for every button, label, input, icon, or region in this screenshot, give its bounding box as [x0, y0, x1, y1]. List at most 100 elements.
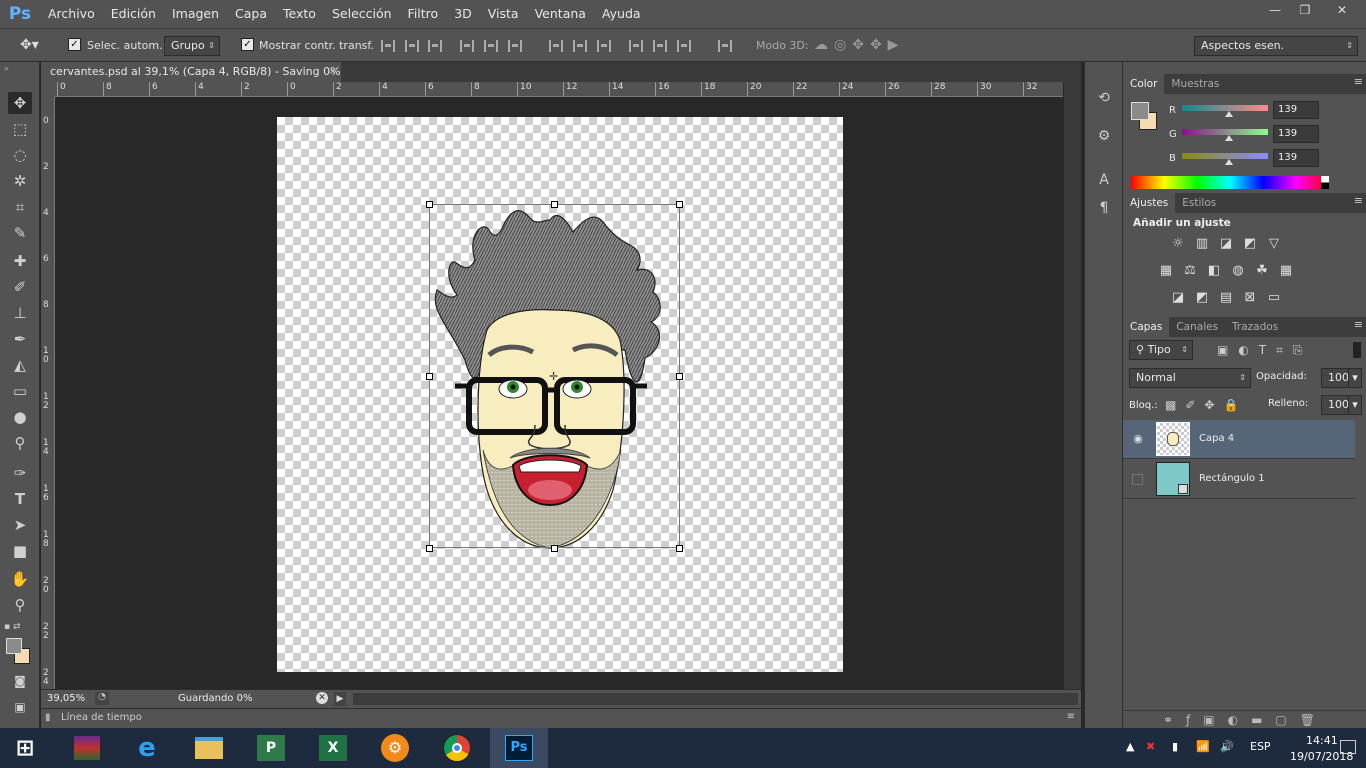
timeline-menu-icon[interactable]: ≡ [1067, 711, 1075, 722]
restore-button[interactable]: ❐ [1288, 0, 1322, 20]
filter-type-icons[interactable]: ▣◐T⌗⎘ [1217, 343, 1313, 358]
tab-capas[interactable]: Capas [1123, 317, 1170, 337]
stamp-tool-icon[interactable]: ⊥ [8, 302, 32, 324]
notifications-icon[interactable] [1340, 740, 1356, 754]
distribute-hcenter-icon[interactable] [653, 40, 667, 52]
healing-tool-icon[interactable]: ✚ [8, 250, 32, 272]
align-left-icon[interactable] [460, 40, 474, 52]
volume-icon[interactable]: 🔊 [1220, 740, 1234, 753]
path-select-tool-icon[interactable]: ➤ [8, 514, 32, 536]
posterize-icon[interactable]: ◩ [1193, 291, 1211, 305]
minimize-button[interactable]: — [1258, 0, 1292, 20]
close-button[interactable]: ✕ [1322, 0, 1362, 20]
3d-mode-icons[interactable]: ☁◎✥✥▶ [814, 37, 904, 53]
powerpoint-icon[interactable]: P [242, 728, 300, 768]
menu-capa[interactable]: Capa [227, 0, 275, 28]
panel-menu-icon[interactable]: ≡ [1354, 194, 1363, 207]
transform-handle-r[interactable] [676, 373, 683, 380]
black-white-icon[interactable]: ◧ [1205, 264, 1223, 278]
gradient-map-icon[interactable]: ▭ [1265, 291, 1283, 305]
black-white-swatch[interactable] [1321, 176, 1329, 189]
auto-select-checkbox[interactable]: ✓ [68, 38, 81, 51]
eyedropper-tool-icon[interactable]: ✎ [8, 222, 32, 244]
collapse-icon[interactable]: » [4, 64, 9, 73]
menu-seleccion[interactable]: Selección [324, 0, 400, 28]
foreground-color-swatch[interactable] [6, 638, 22, 654]
channel-mixer-icon[interactable]: ☘ [1253, 264, 1271, 278]
transform-handle-tl[interactable] [426, 201, 433, 208]
layer-name[interactable]: Capa 4 [1199, 433, 1234, 444]
exposure-icon[interactable]: ◩ [1241, 237, 1259, 251]
history-panel-icon[interactable]: ⟲ [1094, 88, 1114, 108]
zoom-tool-icon[interactable]: ⚲ [8, 594, 32, 616]
paragraph-panel-icon[interactable]: ¶ [1094, 198, 1114, 218]
excel-icon[interactable]: X [304, 728, 362, 768]
properties-panel-icon[interactable]: ⚙ [1094, 126, 1114, 146]
menu-3d[interactable]: 3D [446, 0, 480, 28]
transform-handle-tr[interactable] [676, 201, 683, 208]
network-warning-icon[interactable]: ✖ [1146, 740, 1155, 753]
start-button[interactable]: ⊞ [0, 728, 50, 768]
distribute-right-icon[interactable] [677, 40, 691, 52]
zoom-level[interactable]: 39,05% [47, 693, 85, 704]
status-menu-arrow-icon[interactable]: ▶ [334, 692, 346, 706]
menu-ventana[interactable]: Ventana [527, 0, 594, 28]
align-right-icon[interactable] [508, 40, 522, 52]
panel-menu-icon[interactable]: ≡ [1354, 75, 1363, 88]
align-hcenter-icon[interactable] [484, 40, 498, 52]
align-top-icon[interactable] [381, 40, 395, 52]
chrome-icon[interactable] [428, 728, 486, 768]
channel-g-value[interactable]: 139 [1273, 125, 1319, 143]
tab-muestras[interactable]: Muestras [1164, 74, 1226, 94]
color-balance-icon[interactable]: ⚖ [1181, 264, 1199, 278]
auto-align-icon[interactable] [718, 40, 732, 52]
magic-wand-tool-icon[interactable]: ✲ [8, 170, 32, 192]
character-panel-icon[interactable]: A [1094, 170, 1114, 190]
dodge-tool-icon[interactable]: ⚲ [8, 432, 32, 454]
move-tool-icon[interactable]: ✥▾ [20, 37, 39, 53]
blur-tool-icon[interactable]: ● [8, 406, 32, 428]
history-brush-tool-icon[interactable]: ✒ [8, 328, 32, 350]
color-foreground-swatch[interactable] [1131, 102, 1149, 120]
pen-tool-icon[interactable]: ✑ [8, 462, 32, 484]
clock-time[interactable]: 14:41 [1306, 734, 1338, 747]
tab-ajustes[interactable]: Ajustes [1123, 193, 1176, 213]
signal-icon[interactable]: 📶 [1196, 740, 1210, 753]
workspace-dropdown[interactable]: Aspectos esen. ⇕ [1194, 36, 1358, 56]
menu-vista[interactable]: Vista [480, 0, 527, 28]
tab-canales[interactable]: Canales [1169, 317, 1225, 337]
distribute-left-icon[interactable] [629, 40, 643, 52]
crop-tool-icon[interactable]: ⌗ [8, 196, 32, 218]
levels-icon[interactable]: ▥ [1193, 237, 1211, 251]
distribute-top-icon[interactable] [549, 40, 563, 52]
menu-archivo[interactable]: Archivo [40, 0, 103, 28]
transform-handle-br[interactable] [676, 545, 683, 552]
slider-r[interactable]: R 139 [1163, 101, 1363, 123]
slider-r-thumb[interactable] [1225, 111, 1233, 117]
transform-handle-b[interactable] [551, 545, 558, 552]
language-indicator[interactable]: ESP [1250, 740, 1271, 753]
channel-r-value[interactable]: 139 [1273, 101, 1319, 119]
slider-b[interactable]: B 139 [1163, 149, 1363, 171]
filter-toggle[interactable] [1353, 342, 1361, 358]
eraser-tool-icon[interactable]: ◭ [8, 354, 32, 376]
swap-colors-icon[interactable]: ▪ ⇄ [4, 622, 38, 634]
screen-mode-icon[interactable]: ▣ [8, 696, 32, 718]
timeline-grip-icon[interactable]: ▮ [45, 712, 51, 723]
layer-footer-icons[interactable]: ⚭ƒ▣◐▬▢🗑 [1163, 713, 1328, 727]
hue-saturation-icon[interactable]: ▦ [1157, 264, 1175, 278]
transform-handle-l[interactable] [426, 373, 433, 380]
menu-edicion[interactable]: Edición [103, 0, 164, 28]
show-transform-checkbox[interactable]: ✓ [241, 38, 254, 51]
marquee-tool-icon[interactable]: ⬚ [8, 118, 32, 140]
tab-estilos[interactable]: Estilos [1175, 193, 1223, 213]
photo-filter-icon[interactable]: ◍ [1229, 264, 1247, 278]
file-explorer-icon[interactable] [180, 728, 238, 768]
distribute-vcenter-icon[interactable] [573, 40, 587, 52]
color-lookup-icon[interactable]: ▦ [1277, 264, 1295, 278]
selective-color-icon[interactable]: ⊠ [1241, 291, 1259, 305]
vertical-scrollbar[interactable] [1064, 82, 1081, 690]
menu-ayuda[interactable]: Ayuda [594, 0, 649, 28]
status-info-icon[interactable]: ◔ [95, 692, 109, 705]
type-tool-icon[interactable]: T [8, 488, 32, 510]
